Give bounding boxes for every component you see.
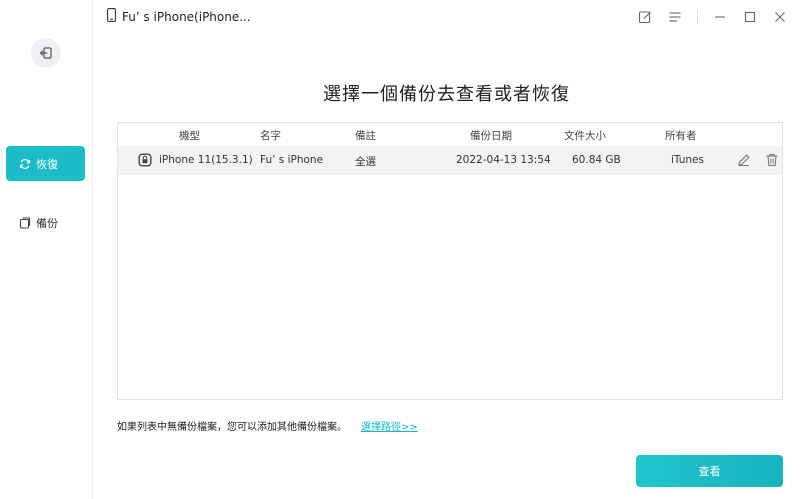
title-bar: Fu’ s iPhone(iPhone... <box>93 0 800 34</box>
table-row[interactable]: iPhone 11(15.3.1) Fu’ s iPhone 全選 2022-0… <box>118 146 782 175</box>
locked-backup-icon <box>138 153 152 170</box>
column-header-note: 備註 <box>355 130 376 142</box>
view-button[interactable]: 查看 <box>636 455 783 487</box>
column-header-size: 文件大小 <box>564 130 606 142</box>
backup-table: 機型 名字 備註 備份日期 文件大小 所有者 iPhone 11(15.3.1)… <box>117 122 783 400</box>
window-controls <box>637 9 788 25</box>
sidebar-item-label: 恢復 <box>36 157 58 171</box>
cell-date: 2022-04-13 13:54 <box>456 154 551 166</box>
exit-icon <box>39 47 52 59</box>
cell-size: 60.84 GB <box>572 154 621 166</box>
sidebar-item-label: 備份 <box>36 216 58 230</box>
close-icon[interactable] <box>772 9 788 25</box>
table-header: 機型 名字 備註 備份日期 文件大小 所有者 <box>118 123 782 145</box>
column-header-name: 名字 <box>260 130 281 142</box>
cell-owner: iTunes <box>671 154 704 166</box>
copy-icon <box>18 216 32 230</box>
sidebar-item-restore[interactable]: 恢復 <box>6 146 85 181</box>
trash-icon[interactable] <box>765 153 779 170</box>
edit-icon[interactable] <box>737 153 751 170</box>
column-header-date: 備份日期 <box>470 130 512 142</box>
page-title: 選擇一個備份去查看或者恢復 <box>323 84 570 105</box>
sidebar: 恢復 備份 <box>0 0 93 499</box>
column-header-owner: 所有者 <box>665 130 697 142</box>
device-title: Fu’ s iPhone(iPhone... <box>107 8 251 25</box>
back-button[interactable] <box>31 38 61 68</box>
choose-path-link[interactable]: 選擇路徑>> <box>361 418 418 433</box>
minimize-icon[interactable] <box>712 9 728 25</box>
refresh-icon <box>18 157 32 171</box>
empty-list-hint: 如果列表中無備份檔案，您可以添加其他備份檔案。 <box>117 422 347 433</box>
cell-model: iPhone 11(15.3.1) <box>159 154 253 166</box>
divider <box>697 10 698 24</box>
sidebar-item-backup[interactable]: 備份 <box>6 205 85 240</box>
menu-icon[interactable] <box>667 9 683 25</box>
feedback-icon[interactable] <box>637 9 653 25</box>
phone-icon <box>107 8 116 25</box>
device-name: Fu’ s iPhone(iPhone... <box>122 9 251 24</box>
column-header-model: 機型 <box>179 130 200 142</box>
maximize-icon[interactable] <box>742 9 758 25</box>
cell-note: 全選 <box>355 156 376 168</box>
cell-name: Fu’ s iPhone <box>260 154 324 166</box>
